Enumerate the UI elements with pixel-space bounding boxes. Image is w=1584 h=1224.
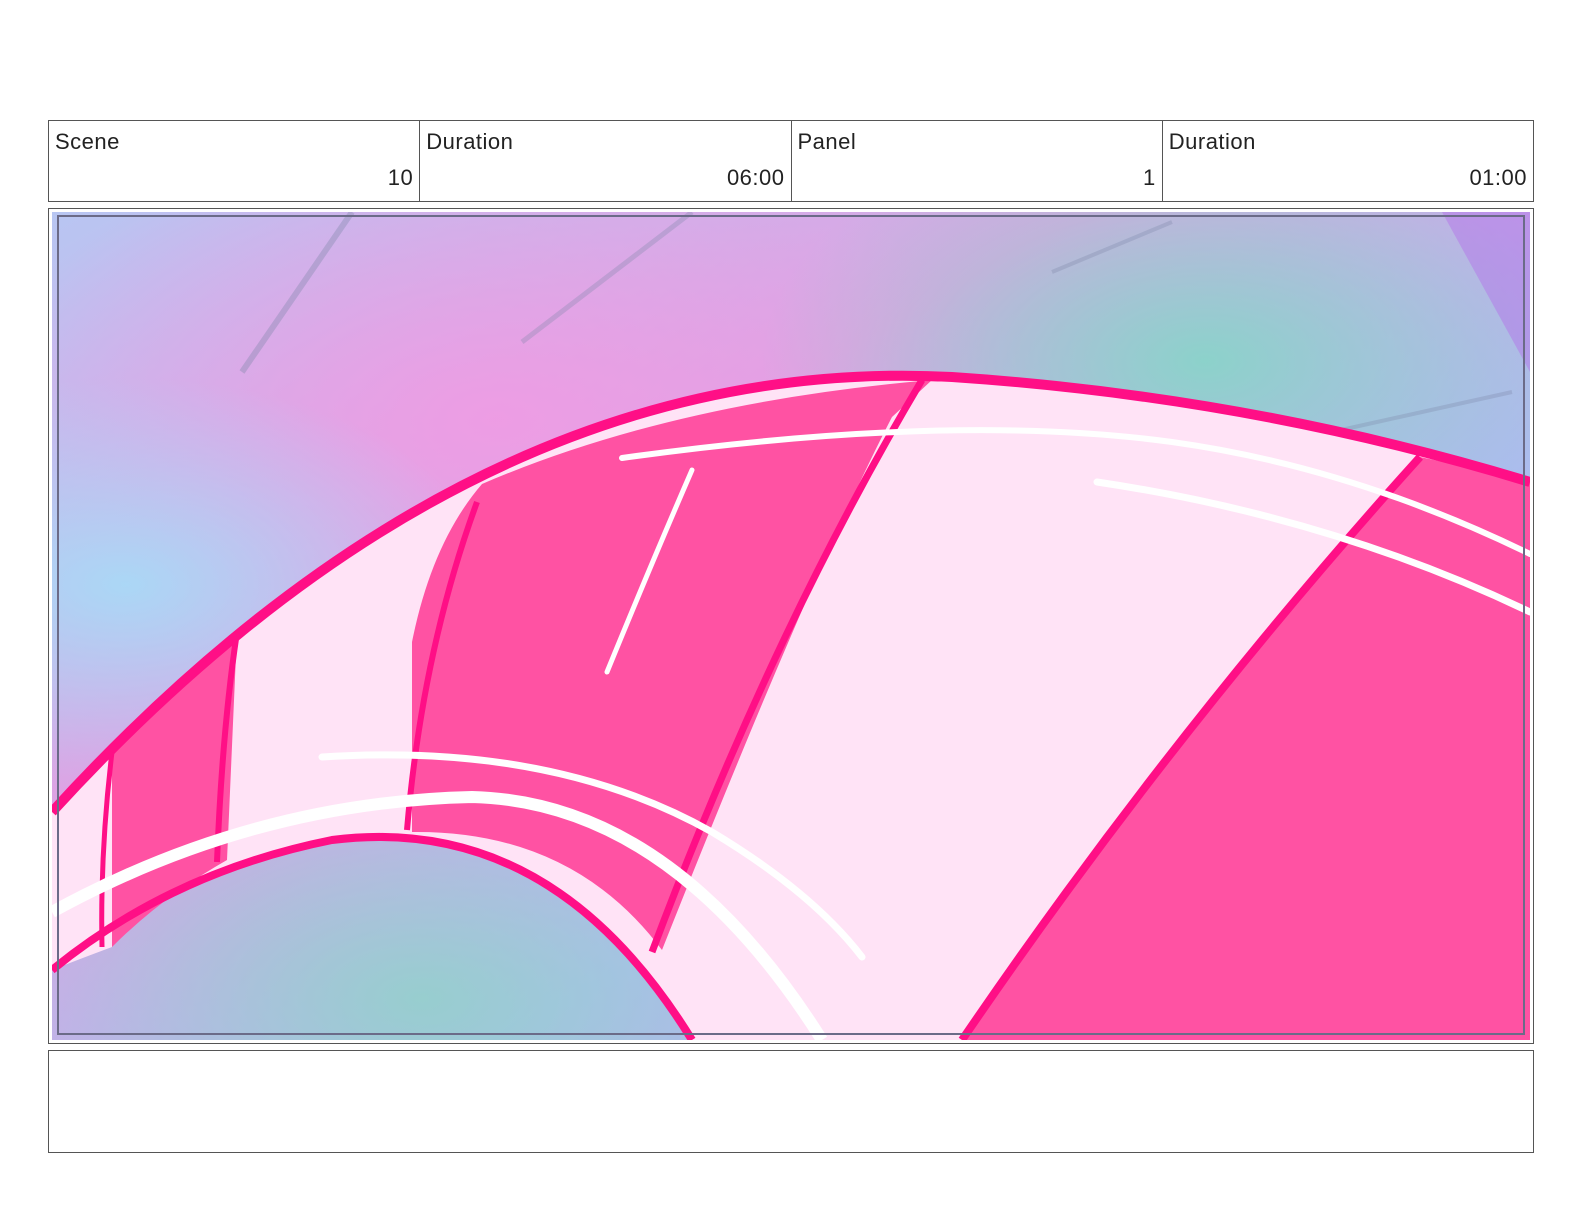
storyboard-panel: [48, 208, 1534, 1044]
panel-label: Panel: [797, 129, 857, 154]
panel-duration-value: 01:00: [1469, 165, 1527, 190]
panel-duration-label: Duration: [1168, 129, 1256, 154]
panel-number: 1: [1143, 165, 1156, 190]
panel-notes-box[interactable]: [48, 1050, 1534, 1153]
panel-artwork: [52, 212, 1530, 1040]
scene-number: 10: [387, 165, 414, 190]
scene-label: Scene: [55, 129, 120, 154]
panel-duration-cell: Duration 01:00: [1163, 121, 1533, 201]
scene-duration-label: Duration: [426, 129, 514, 154]
panel-cell: Panel 1: [792, 121, 1163, 201]
panel-info-table: Scene 10 Duration 06:00 Panel 1 Duration…: [48, 120, 1534, 202]
scene-duration-cell: Duration 06:00: [420, 121, 792, 201]
scene-duration-value: 06:00: [726, 165, 785, 190]
scene-cell: Scene 10: [49, 121, 421, 201]
